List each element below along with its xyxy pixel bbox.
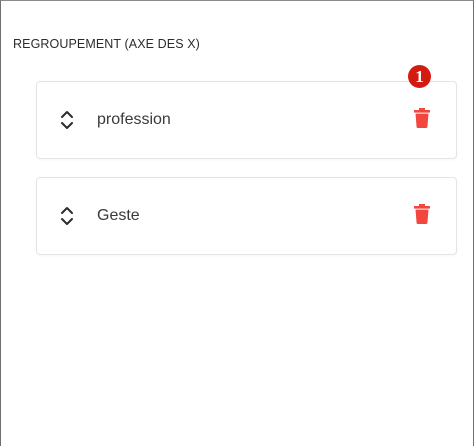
group-item-label: Geste	[97, 207, 140, 224]
group-item-label: profession	[97, 111, 171, 128]
group-item[interactable]: Geste	[36, 177, 457, 255]
annotation-badge: 1	[408, 65, 431, 88]
panel-title: REGROUPEMENT (AXE DES X)	[13, 37, 200, 51]
trash-icon[interactable]	[414, 108, 430, 128]
unfold-icon[interactable]	[60, 205, 74, 227]
group-item[interactable]: profession	[36, 81, 457, 159]
grouping-panel: REGROUPEMENT (AXE DES X) profession Gest…	[0, 0, 474, 446]
trash-icon[interactable]	[414, 204, 430, 224]
unfold-icon[interactable]	[60, 109, 74, 131]
